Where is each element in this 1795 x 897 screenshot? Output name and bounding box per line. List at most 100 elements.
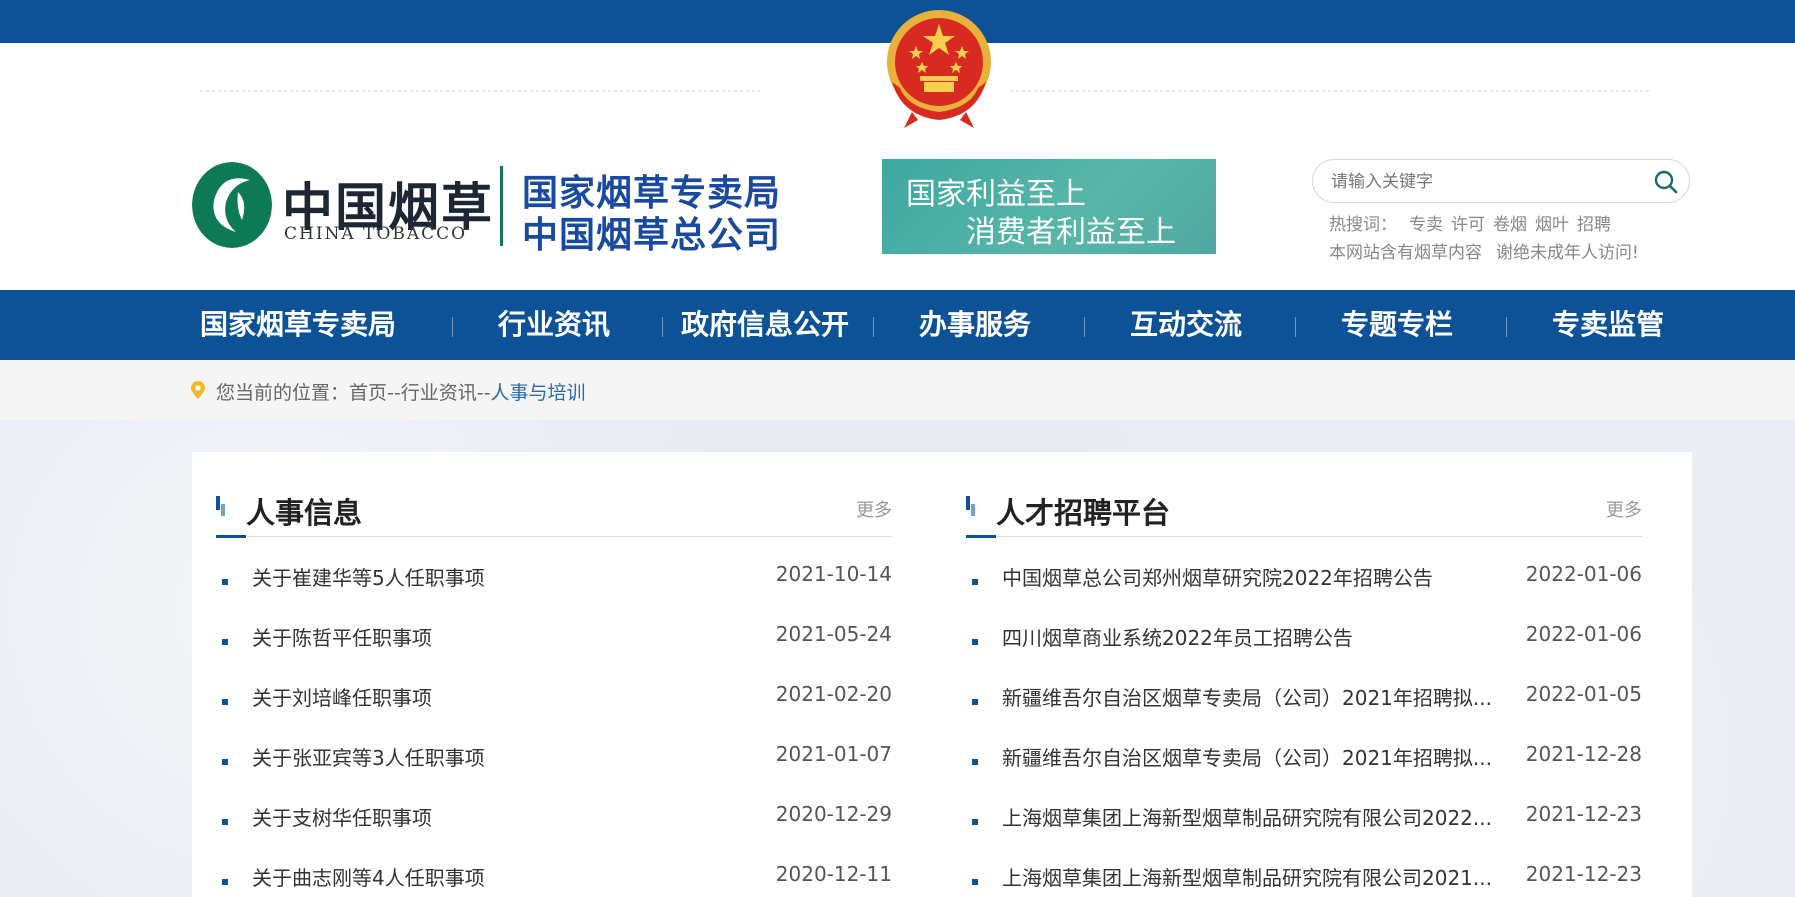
list-item[interactable]: 关于支树华任职事项 2020-12-29 [216,802,892,832]
hot-search: 热搜词： 专卖 许可 卷烟 烟叶 招聘 [1329,210,1619,235]
bullet-icon [972,699,978,705]
breadcrumb-industry-link[interactable]: 行业资讯 [401,382,477,404]
breadcrumb-label: 您当前的位置： [216,382,350,404]
section-title: 人才招聘平台 [996,496,1171,530]
nav-separator [662,317,663,337]
item-title[interactable]: 新疆维吾尔自治区烟草专卖局（公司）2021年招聘拟... [1002,682,1492,711]
national-emblem-icon [887,10,991,128]
item-date: 2021-10-14 [775,562,892,586]
item-title[interactable]: 上海烟草集团上海新型烟草制品研究院有限公司2022... [1002,802,1492,831]
list-item[interactable]: 新疆维吾尔自治区烟草专卖局（公司）2021年招聘拟... 2022-01-05 [966,682,1642,712]
list-item[interactable]: 上海烟草集团上海新型烟草制品研究院有限公司2021... 2021-12-23 [966,862,1642,892]
section-header: 人才招聘平台 更多 [966,490,1642,538]
section-underline [966,535,996,538]
bullet-icon [222,819,228,825]
breadcrumb-home-link[interactable]: 首页 [349,382,387,404]
item-title[interactable]: 关于支树华任职事项 [252,802,432,831]
item-title[interactable]: 上海烟草集团上海新型烟草制品研究院有限公司2021... [1002,862,1492,891]
breadcrumb: 您当前的位置：首页--行业资讯--人事与培训 [216,378,586,405]
item-title[interactable]: 关于陈哲平任职事项 [252,622,432,651]
header-decor-line-left [200,90,760,92]
section-underline [216,535,246,538]
bullet-icon [972,579,978,585]
item-date: 2020-12-11 [775,862,892,886]
china-tobacco-logo-icon [192,162,272,248]
nav-item-tobacco-bureau[interactable]: 国家烟草专卖局 [192,290,404,360]
notice-text-2: 谢绝未成年人访问! [1496,243,1639,263]
bullet-icon [222,879,228,885]
slogan-banner: 国家利益至上 消费者利益至上 [882,159,1216,254]
nav-separator [1084,317,1085,337]
item-date: 2022-01-05 [1525,682,1642,706]
bullet-icon [972,819,978,825]
item-date: 2021-12-23 [1525,802,1642,826]
item-title[interactable]: 关于崔建华等5人任职事项 [252,562,485,591]
hot-search-label: 热搜词： [1329,215,1397,235]
minor-notice: 本网站含有烟草内容 谢绝未成年人访问! [1329,238,1639,263]
list-item[interactable]: 关于曲志刚等4人任职事项 2020-12-11 [216,862,892,892]
more-link[interactable]: 更多 [856,496,892,522]
item-date: 2021-05-24 [775,622,892,646]
nav-separator [873,317,874,337]
breadcrumb-separator: -- [387,382,401,404]
nav-item-supervision[interactable]: 专卖监管 [1529,290,1687,360]
item-date: 2022-01-06 [1525,562,1642,586]
hot-word-link[interactable]: 卷烟 [1493,215,1527,235]
nav-separator [1295,317,1296,337]
hot-word-link[interactable]: 烟叶 [1535,215,1569,235]
nav-item-services[interactable]: 办事服务 [896,290,1054,360]
list-item[interactable]: 关于陈哲平任职事项 2021-05-24 [216,622,892,652]
nav-separator [1506,317,1507,337]
location-pin-icon [191,381,205,399]
search-icon[interactable] [1653,169,1679,195]
nav-item-interaction[interactable]: 互动交流 [1107,290,1265,360]
bullet-icon [222,759,228,765]
list-item[interactable]: 新疆维吾尔自治区烟草专卖局（公司）2021年招聘拟... 2021-12-28 [966,742,1642,772]
list-item[interactable]: 关于刘培峰任职事项 2021-02-20 [216,682,892,712]
item-title[interactable]: 关于曲志刚等4人任职事项 [252,862,485,891]
item-title[interactable]: 中国烟草总公司郑州烟草研究院2022年招聘公告 [1002,562,1433,591]
section-header: 人事信息 更多 [216,490,892,538]
item-date: 2022-01-06 [1525,622,1642,646]
item-date: 2021-02-20 [775,682,892,706]
bullet-icon [972,639,978,645]
header-decor-line-right [1010,90,1650,92]
item-date: 2021-12-23 [1525,862,1642,886]
hot-word-link[interactable]: 许可 [1451,215,1485,235]
org-name-line2: 中国烟草总公司 [522,215,782,256]
item-date: 2020-12-29 [775,802,892,826]
section-marker-icon [966,496,975,516]
item-title[interactable]: 四川烟草商业系统2022年员工招聘公告 [1002,622,1353,651]
nav-item-gov-info[interactable]: 政府信息公开 [675,290,855,360]
list-item[interactable]: 关于崔建华等5人任职事项 2021-10-14 [216,562,892,592]
list-item[interactable]: 上海烟草集团上海新型烟草制品研究院有限公司2022... 2021-12-23 [966,802,1642,832]
bullet-icon [222,639,228,645]
search-input[interactable] [1329,168,1633,196]
section-title: 人事信息 [246,496,363,530]
nav-item-special-topics[interactable]: 专题专栏 [1318,290,1476,360]
nav-separator [452,317,453,337]
hot-word-link[interactable]: 招聘 [1577,215,1611,235]
content-panel: 人事信息 更多 关于崔建华等5人任职事项 2021-10-14 关于陈哲平任职事项… [192,452,1692,897]
bullet-icon [972,879,978,885]
search-box [1312,159,1690,203]
breadcrumb-current[interactable]: 人事与培训 [490,382,585,404]
breadcrumb-separator: -- [476,382,491,404]
list-item[interactable]: 关于张亚宾等3人任职事项 2021-01-07 [216,742,892,772]
logo-english-name: CHINA TOBACCO [284,224,468,244]
list-item[interactable]: 中国烟草总公司郑州烟草研究院2022年招聘公告 2022-01-06 [966,562,1642,592]
item-title[interactable]: 新疆维吾尔自治区烟草专卖局（公司）2021年招聘拟... [1002,742,1492,771]
list-item[interactable]: 四川烟草商业系统2022年员工招聘公告 2022-01-06 [966,622,1642,652]
hot-word-link[interactable]: 专卖 [1409,215,1443,235]
nav-item-industry-news[interactable]: 行业资讯 [475,290,633,360]
more-link[interactable]: 更多 [1606,496,1642,522]
bullet-icon [222,579,228,585]
item-title[interactable]: 关于刘培峰任职事项 [252,682,432,711]
section-marker-icon [216,496,225,516]
item-title[interactable]: 关于张亚宾等3人任职事项 [252,742,485,771]
bullet-icon [972,759,978,765]
main-nav: 国家烟草专卖局 行业资讯 政府信息公开 办事服务 互动交流 专题专栏 专卖监管 [0,290,1795,360]
site-logo[interactable]: 中国烟草 CHINA TOBACCO 国家烟草专卖局 中国烟草总公司 [192,162,782,256]
item-date: 2021-12-28 [1525,742,1642,766]
bullet-icon [222,699,228,705]
